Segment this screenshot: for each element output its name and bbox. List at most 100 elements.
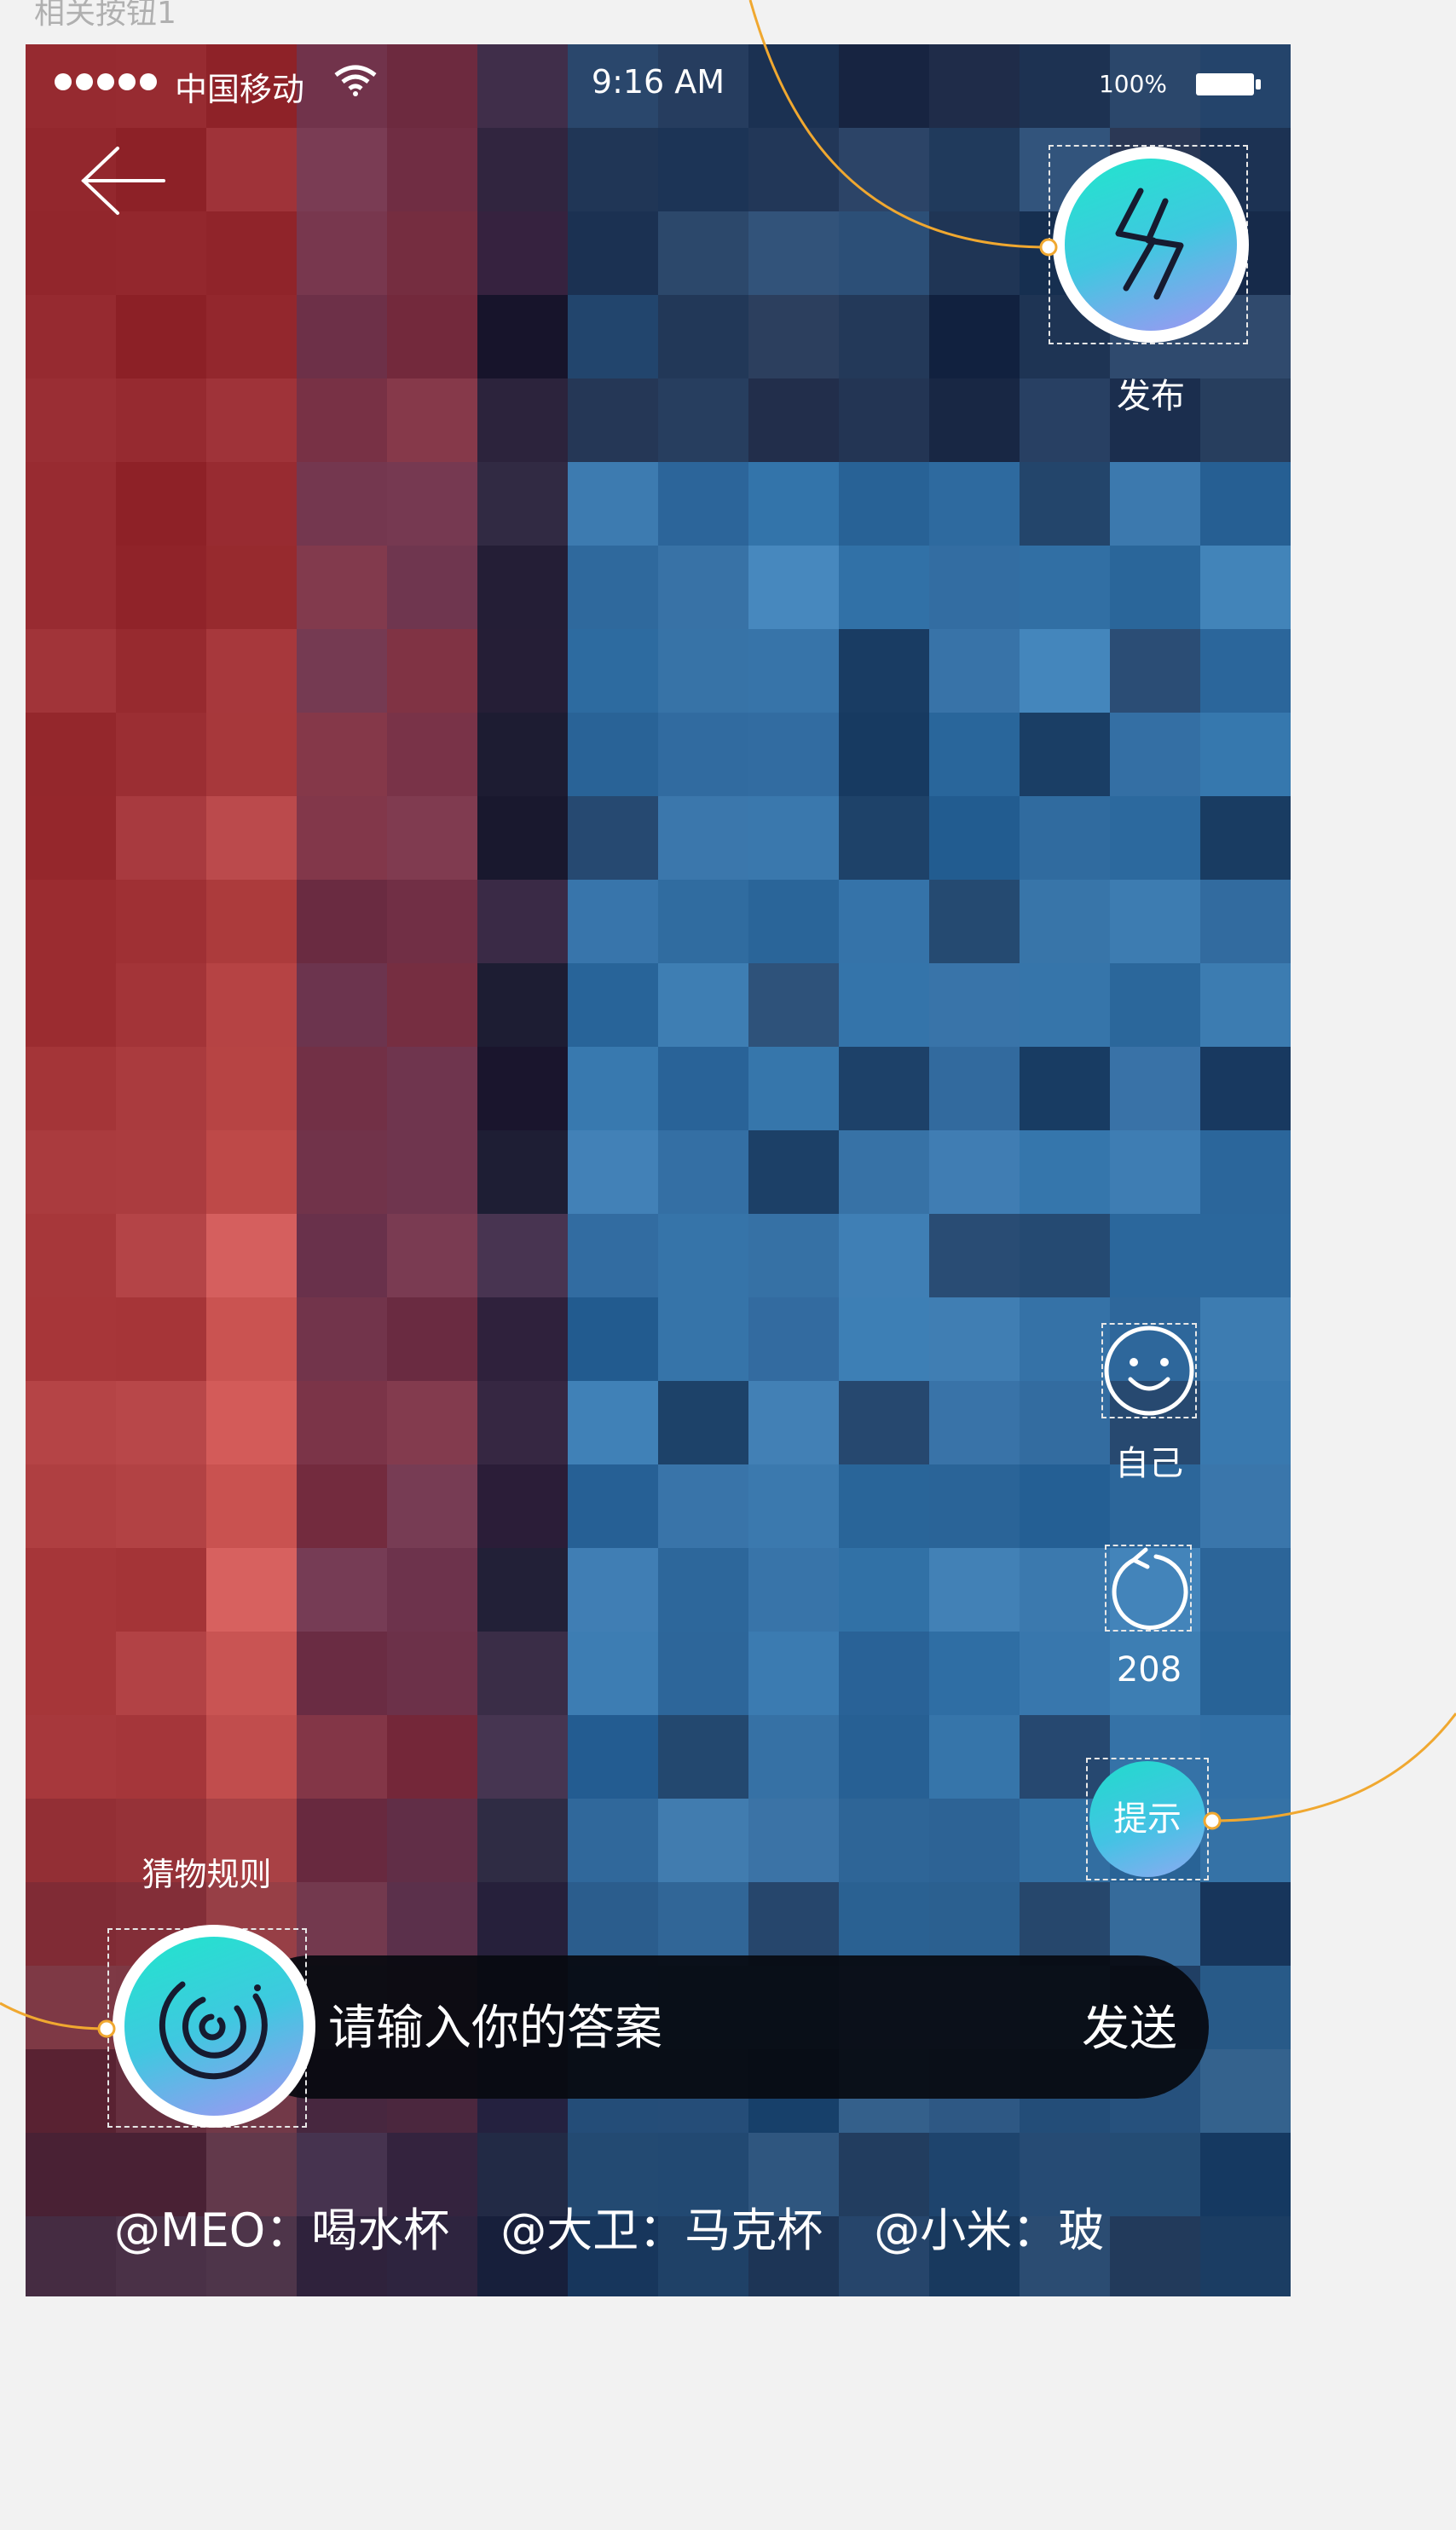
- refresh-icon[interactable]: [1105, 1545, 1192, 1632]
- mosaic-tile: [1020, 1047, 1111, 1131]
- mosaic-tile: [26, 1381, 117, 1465]
- mosaic-tile: [297, 1381, 388, 1465]
- mosaic-tile: [206, 378, 298, 463]
- mosaic-tile: [568, 880, 659, 964]
- mosaic-tile: [748, 211, 840, 296]
- mosaic-tile: [116, 1464, 207, 1549]
- swirl-icon: [159, 1981, 268, 2080]
- mosaic-tile: [297, 713, 388, 797]
- mosaic-tile: [206, 211, 298, 296]
- mosaic-tile: [1110, 546, 1201, 630]
- mosaic-tile: [387, 546, 478, 630]
- mosaic-tile: [839, 629, 930, 713]
- mosaic-tile: [1200, 796, 1291, 881]
- mosaic-tile: [477, 1297, 569, 1382]
- mosaic-tile: [297, 1130, 388, 1215]
- mosaic-tile: [748, 796, 840, 881]
- comment-item: @MEO：喝水杯: [114, 2204, 450, 2257]
- mosaic-tile: [839, 128, 930, 212]
- mosaic-tile: [26, 1632, 117, 1716]
- mosaic-tile: [206, 1381, 298, 1465]
- mosaic-tile: [477, 713, 569, 797]
- mosaic-tile: [477, 880, 569, 964]
- mosaic-tile: [929, 1715, 1020, 1799]
- mosaic-tile: [748, 1548, 840, 1632]
- mosaic-tile: [387, 880, 478, 964]
- mosaic-tile: [1200, 462, 1291, 546]
- mosaic-tile: [1110, 2216, 1201, 2296]
- lightning-icon: [1115, 188, 1184, 300]
- mosaic-tile: [1200, 1297, 1291, 1382]
- mosaic-tile: [26, 1966, 117, 2050]
- publish-button[interactable]: [1053, 147, 1249, 343]
- mosaic-tile: [658, 713, 749, 797]
- mosaic-tile: [477, 462, 569, 546]
- mosaic-tile: [26, 713, 117, 797]
- mosaic-tile: [658, 1047, 749, 1131]
- mosaic-tile: [1200, 1047, 1291, 1131]
- mosaic-tile: [658, 1882, 749, 1967]
- mosaic-tile: [568, 713, 659, 797]
- mosaic-tile: [658, 963, 749, 1048]
- mosaic-tile: [568, 1464, 659, 1549]
- self-label: 自己: [1115, 1444, 1183, 1483]
- mosaic-tile: [297, 629, 388, 713]
- mosaic-tile: [658, 880, 749, 964]
- mosaic-tile: [1110, 713, 1201, 797]
- mosaic-tile: [116, 629, 207, 713]
- mosaic-tile: [658, 629, 749, 713]
- mosaic-tile: [477, 796, 569, 881]
- mosaic-tile: [477, 1130, 569, 1215]
- mosaic-tile: [387, 211, 478, 296]
- mosaic-tile: [477, 963, 569, 1048]
- mosaic-tile: [206, 462, 298, 546]
- smiley-icon[interactable]: [1101, 1323, 1197, 1418]
- phone-screen: 中国移动 9:16 AM 100% 发布 自己 208 提示 猜物规则 请输入你…: [26, 44, 1291, 2296]
- mosaic-tile: [297, 1715, 388, 1799]
- mosaic-tile: [929, 1214, 1020, 1298]
- mosaic-tile: [658, 796, 749, 881]
- mosaic-tile: [206, 295, 298, 379]
- back-arrow-icon[interactable]: [68, 138, 170, 223]
- mosaic-tile: [1110, 963, 1201, 1048]
- answer-input[interactable]: [328, 1981, 1010, 2075]
- mosaic-tile: [116, 546, 207, 630]
- comment-answer: 喝水杯: [311, 2204, 450, 2257]
- mosaic-tile: [568, 796, 659, 881]
- mosaic-tile: [116, 796, 207, 881]
- mosaic-tile: [1200, 1214, 1291, 1298]
- mosaic-tile: [477, 128, 569, 212]
- mosaic-tile: [929, 629, 1020, 713]
- mosaic-tile: [748, 1799, 840, 1883]
- hint-button[interactable]: 提示: [1089, 1761, 1205, 1877]
- mosaic-tile: [1020, 629, 1111, 713]
- mosaic-tile: [929, 1799, 1020, 1883]
- mosaic-tile: [1110, 462, 1201, 546]
- mosaic-tile: [1110, 880, 1201, 964]
- battery-icon: [1196, 73, 1261, 95]
- mosaic-tile: [387, 462, 478, 546]
- mosaic-tile: [748, 963, 840, 1048]
- send-button[interactable]: 发送: [1061, 1993, 1198, 2066]
- mosaic-tile: [839, 1464, 930, 1549]
- mosaic-tile: [206, 1047, 298, 1131]
- mosaic-tile: [839, 462, 930, 546]
- mosaic-tile: [206, 796, 298, 881]
- mosaic-tile: [297, 1214, 388, 1298]
- mosaic-tile: [26, 295, 117, 379]
- mosaic-tile: [658, 1214, 749, 1298]
- guess-rules-button[interactable]: [113, 1925, 315, 2128]
- mosaic-tile: [26, 1130, 117, 1215]
- mosaic-tile: [748, 1047, 840, 1131]
- mosaic-tile: [297, 128, 388, 212]
- mosaic-tile: [658, 546, 749, 630]
- mosaic-tile: [387, 1464, 478, 1549]
- mosaic-tile: [206, 546, 298, 630]
- comment-answer: 马克杯: [685, 2204, 823, 2257]
- mosaic-tile: [1200, 1882, 1291, 1967]
- mosaic-tile: [1020, 1214, 1111, 1298]
- mosaic-tile: [658, 1464, 749, 1549]
- mosaic-tile: [929, 1381, 1020, 1465]
- mosaic-tile: [387, 1130, 478, 1215]
- mosaic-tile: [206, 1632, 298, 1716]
